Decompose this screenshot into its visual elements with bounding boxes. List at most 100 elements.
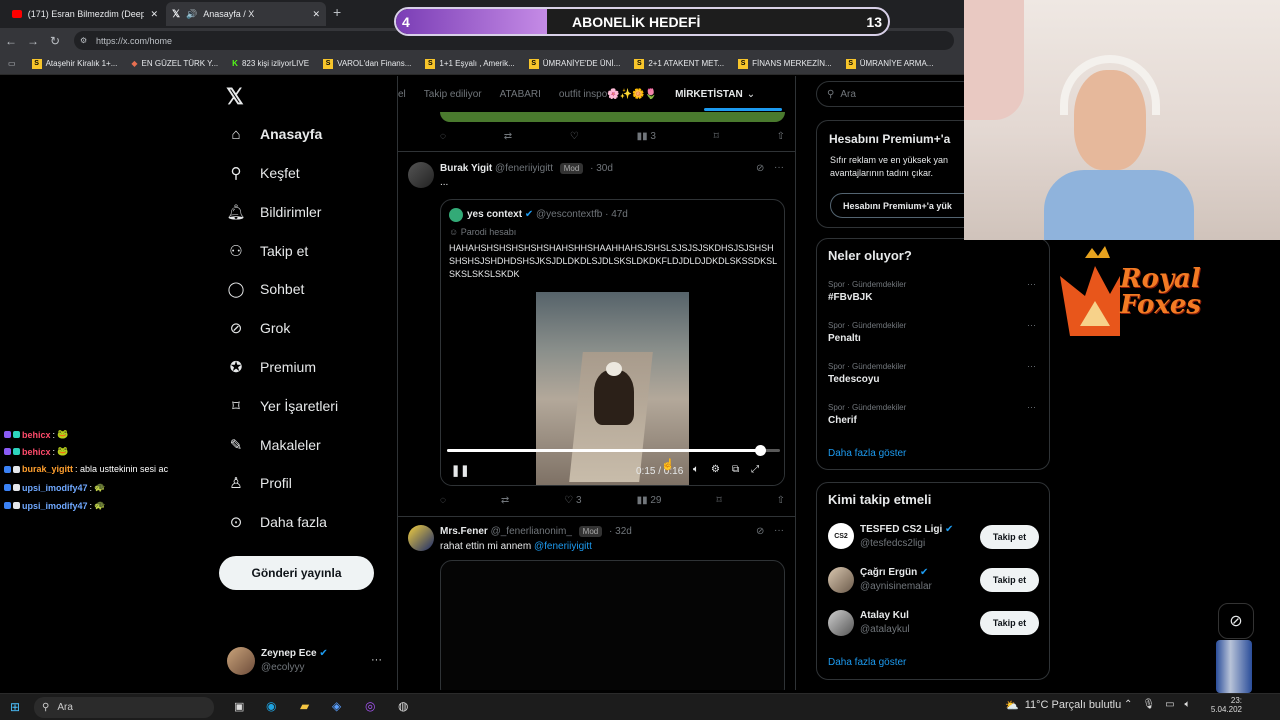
trend-item[interactable]: Spor · Gündemdekiler Penaltı (828, 321, 906, 344)
author-handle[interactable]: @feneriiyigitt (495, 163, 553, 174)
sidebar-item-more[interactable]: ⊙ Daha fazla (226, 507, 327, 537)
sidebar-item-grok[interactable]: ⊘ Grok (226, 313, 291, 343)
close-icon[interactable]: ✕ (150, 9, 158, 20)
volume-icon[interactable]: 🔈︎ (1185, 699, 1191, 710)
windows-start-icon[interactable]: ⊞ (10, 700, 20, 714)
avatar[interactable]: CS2 (828, 523, 854, 549)
browser-tab-youtube[interactable]: (171) Esran Bilmezdim (Deep Turk... ✕ (6, 2, 164, 26)
back-icon[interactable]: ← (0, 34, 22, 48)
clock[interactable]: 23: 5.04.202 (1206, 696, 1242, 714)
views-count[interactable]: ▮▮ 3 (637, 131, 656, 142)
bookmark-item[interactable]: S ÜMRANİYE ARMA... (845, 58, 933, 69)
avatar[interactable] (828, 567, 854, 593)
video-scrubber-handle[interactable] (755, 445, 767, 456)
bookmark-item[interactable]: ◆ EN GÜZEL TÜRK Y... (131, 59, 218, 68)
grok-floating-icon[interactable]: ⊘ (1218, 603, 1254, 639)
task-view-icon[interactable]: ▣ (234, 700, 244, 713)
volume-icon[interactable]: 🔈︎ (693, 464, 699, 475)
tab-mirketistan[interactable]: MİRKETİSTAN (675, 89, 743, 100)
bookmark-icon[interactable]: ⌑ (716, 495, 721, 506)
search-input[interactable]: ⚲ Ara (816, 81, 976, 107)
bookmark-icon[interactable]: ⌑ (714, 131, 719, 142)
edge-icon[interactable]: ◉ (266, 699, 276, 713)
grok-icon[interactable]: ⊘ (756, 163, 764, 174)
reply-icon[interactable]: ◌ (440, 495, 446, 506)
close-icon[interactable]: ✕ (312, 9, 320, 20)
pause-icon[interactable]: ❚❚ (451, 464, 469, 477)
sidebar-item-premium[interactable]: ✪ Premium (226, 352, 316, 382)
follow-button[interactable]: Takip et (980, 611, 1039, 635)
sidebar-item-notifications[interactable]: 🔔︎ Bildirimler (226, 197, 321, 227)
sidebar-item-articles[interactable]: ✎ Makaleler (226, 430, 321, 460)
picture-in-picture-icon[interactable]: ⧉ (732, 464, 739, 475)
browser-tab-x[interactable]: 𝕏 🔊 Anasayfa / X ✕ (166, 2, 326, 26)
reload-icon[interactable]: ↻ (44, 34, 66, 48)
forward-icon[interactable]: → (22, 34, 44, 48)
bookmark-item[interactable]: K 823 kişi izliyorLIVE (232, 59, 309, 68)
avatar[interactable] (227, 647, 255, 675)
show-more-link[interactable]: Daha fazla göster (828, 448, 906, 459)
microphone-icon[interactable]: 🎙︎ (1142, 699, 1155, 710)
like-icon[interactable]: ♡ (570, 131, 579, 142)
x-logo-icon[interactable]: 𝕏 (226, 84, 244, 110)
reply-icon[interactable]: ◌ (440, 131, 446, 142)
video-scrubber[interactable] (447, 445, 780, 456)
new-tab-icon[interactable]: + (333, 4, 341, 20)
more-dots-icon[interactable]: ··· (1027, 320, 1036, 330)
post-button[interactable]: Gönderi yayınla (219, 556, 374, 590)
avatar[interactable] (408, 162, 434, 188)
sidebar-item-home[interactable]: ⌂ Anasayfa (226, 119, 322, 149)
more-dots-icon[interactable]: ··· (1027, 361, 1036, 371)
tweet-time[interactable]: 32d (615, 526, 632, 537)
account-switcher[interactable]: Zeynep Ece ✔ @ecolyyy (261, 648, 328, 673)
avatar[interactable] (408, 525, 434, 551)
follow-button[interactable]: Takip et (980, 568, 1039, 592)
author-name[interactable]: Burak Yigit (440, 163, 492, 174)
obs-icon[interactable]: ◍ (398, 699, 408, 713)
author-name[interactable]: Mrs.Fener (440, 526, 488, 537)
chevron-up-icon[interactable]: ⌃ (1124, 699, 1132, 710)
follow-button[interactable]: Takip et (980, 525, 1039, 549)
more-dots-icon[interactable]: ··· (774, 162, 784, 173)
retweet-icon[interactable]: ⇄ (504, 131, 512, 142)
discord-icon[interactable]: ◎ (365, 699, 375, 713)
sidebar-item-explore[interactable]: ⚲ Keşfet (226, 158, 300, 188)
suggestion-item[interactable]: TESFED CS2 Ligi ✔ @tesfedcs2ligi (860, 524, 953, 549)
share-icon[interactable]: ⇧ (777, 131, 785, 142)
tab-el[interactable]: el (398, 89, 406, 100)
tweet-time[interactable]: 30d (596, 163, 613, 174)
weather-widget[interactable]: ⛅ 11°C Parçalı bulutlu (1005, 699, 1121, 712)
show-more-link[interactable]: Daha fazla göster (828, 657, 906, 668)
network-icon[interactable]: ▭ (1165, 699, 1174, 710)
sidebar-item-follow[interactable]: ⚇ Takip et (226, 236, 308, 266)
bookmark-item[interactable]: S Ataşehir Kiralık 1+... (31, 58, 117, 69)
sidebar-item-chat[interactable]: ◯ Sohbet (226, 274, 305, 304)
chevron-down-icon[interactable]: ⌄ (747, 89, 755, 100)
app-icon[interactable]: ◈ (332, 699, 341, 713)
bookmark-item[interactable]: S VAROL'dan Finans... (323, 58, 411, 69)
more-dots-icon[interactable]: ··· (1027, 402, 1036, 412)
more-dots-icon[interactable]: ··· (774, 525, 784, 536)
quoted-tweet[interactable]: yes context ✔ @yescontextfb · 47d ☺ Paro… (440, 199, 785, 486)
taskbar-search[interactable]: ⚲ Ara (34, 697, 214, 718)
retweet-icon[interactable]: ⇄ (501, 495, 509, 506)
fullscreen-icon[interactable]: ⤢ (751, 464, 759, 475)
site-info-icon[interactable]: ⚙ (80, 36, 87, 45)
tab-atabari[interactable]: ATABARI (500, 89, 541, 100)
bookmark-item[interactable]: S ÜMRANİYE'DE ÜNİ... (528, 58, 620, 69)
share-icon[interactable]: ⇧ (777, 495, 785, 506)
bookmark-item[interactable]: S FİNANS MERKEZİN... (738, 58, 832, 69)
file-explorer-icon[interactable]: ▰ (300, 699, 309, 713)
tab-outfit-inspo[interactable]: outfit inspo🌸✨🌼🌷 (559, 89, 657, 100)
avatar[interactable] (828, 610, 854, 636)
trend-item[interactable]: Spor · Gündemdekiler Tedescoyu (828, 362, 906, 385)
trend-item[interactable]: Spor · Gündemdekiler Cherif (828, 403, 906, 426)
suggestion-item[interactable]: Çağrı Ergün ✔ @aynisinemalar (860, 567, 932, 592)
views-count[interactable]: ▮▮ 29 (637, 495, 662, 506)
video-player[interactable]: ❚❚ 0:15 / 0:16 🔈︎ ⚙ ⧉ ⤢ ☝ (441, 292, 784, 485)
author-handle[interactable]: @_fenerlianonim_ (491, 526, 572, 537)
bookmark-item[interactable]: S 2+1 ATAKENT MET... (634, 58, 724, 69)
more-dots-icon[interactable]: ··· (1027, 279, 1036, 289)
sidebar-item-profile[interactable]: ♙ Profil (226, 468, 292, 498)
grok-icon[interactable]: ⊘ (756, 526, 764, 537)
